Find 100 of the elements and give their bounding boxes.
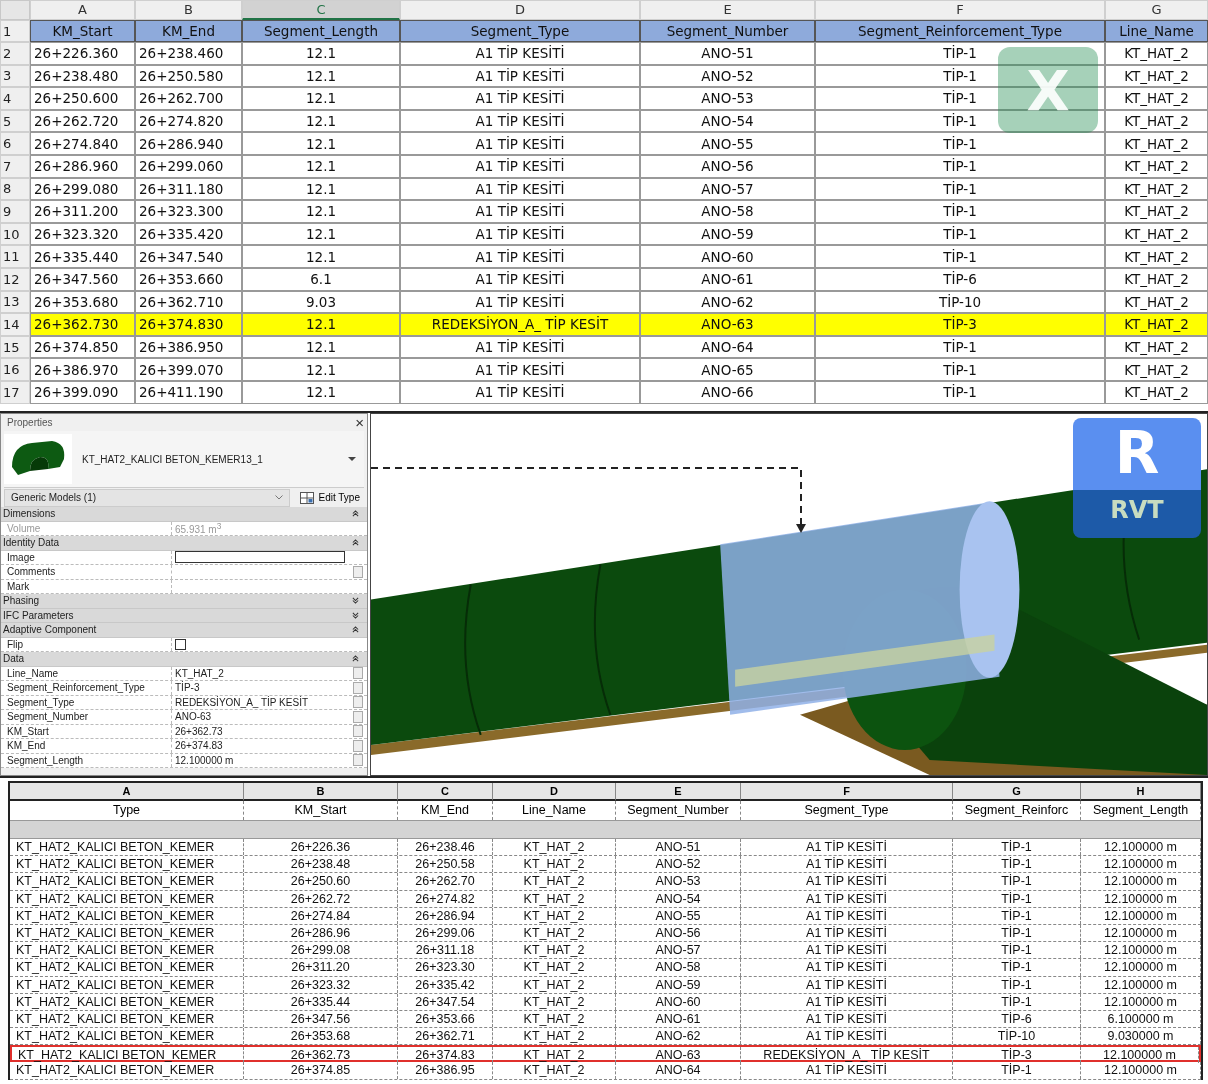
value-edit-button[interactable] xyxy=(353,565,363,578)
edit-type-button[interactable]: Edit Type xyxy=(296,491,364,504)
table-cell: A1 TİP KESİTİ xyxy=(400,132,640,155)
table-cell: TİP-1 xyxy=(815,200,1105,223)
table-row[interactable]: KT_HAT2_KALICI BETON_KEMER 26+262.72 26+274.82 KT_HAT_2 ANO-54 A1 TİP KESİTİ TİP-1 12.100000 m xyxy=(10,890,1201,908)
column-letter[interactable]: H xyxy=(1081,783,1201,801)
row-number[interactable]: 4 xyxy=(0,87,30,110)
table-row[interactable]: KT_HAT2_KALICI BETON_KEMER 26+286.96 26+299.06 KT_HAT_2 ANO-56 A1 TİP KESİTİ TİP-1 12.100000 m xyxy=(10,924,1201,943)
table-row[interactable]: KT_HAT2_KALICI BETON_KEMER 26+299.08 26+311.18 KT_HAT_2 ANO-57 A1 TİP KESİTİ TİP-1 12.100000 m xyxy=(10,942,1201,960)
table-cell: TİP-1 xyxy=(953,873,1081,890)
revit-logo: R RVT xyxy=(1073,418,1201,538)
table-cell: KT_HAT_2 xyxy=(493,890,616,907)
property-group-header[interactable]: Identity Data xyxy=(1,536,367,551)
table-cell: A1 TİP KESİTİ xyxy=(400,154,640,178)
table-cell: 26+238.480 xyxy=(30,64,135,88)
property-row[interactable]: Comments xyxy=(1,565,367,580)
property-row[interactable]: Mark xyxy=(1,579,367,594)
column-letter[interactable]: C xyxy=(398,783,493,801)
column-letter[interactable]: D xyxy=(400,0,640,20)
table-cell: TİP-1 xyxy=(815,132,1105,155)
close-button[interactable]: × xyxy=(355,415,364,430)
property-row[interactable]: Segment_Type REDEKSİYON_A_ TİP KESİT xyxy=(1,695,367,710)
table-cell: KT_HAT_2 xyxy=(1105,109,1208,133)
row-number[interactable]: 3 xyxy=(0,64,30,88)
select-all-corner[interactable] xyxy=(0,0,30,20)
property-value: REDEKSİYON_A_ TİP KESİT xyxy=(175,696,308,708)
table-cell: A1 TİP KESİTİ xyxy=(400,177,640,201)
table-row[interactable]: KT_HAT2_KALICI BETON_KEMER 26+311.20 26+323.30 KT_HAT_2 ANO-58 A1 TİP KESİTİ TİP-1 12.100000 m xyxy=(10,959,1201,977)
value-edit-button[interactable] xyxy=(353,696,363,709)
row-number[interactable]: 7 xyxy=(0,154,30,178)
row-number[interactable]: 14 xyxy=(0,313,30,336)
property-row[interactable]: Segment_Number ANO-63 xyxy=(1,710,367,725)
table-row[interactable]: KT_HAT2_KALICI BETON_KEMER 26+353.68 26+362.71 KT_HAT_2 ANO-62 A1 TİP KESİTİ TİP-10 9.030000 m xyxy=(10,1028,1201,1046)
table-cell: 12.1 xyxy=(242,154,400,178)
property-group-header[interactable]: Phasing xyxy=(1,594,367,609)
column-letter[interactable]: F xyxy=(815,0,1105,20)
value-edit-button[interactable] xyxy=(353,667,363,680)
property-value: 26+374.83 xyxy=(175,740,223,752)
column-letter[interactable]: F xyxy=(741,783,953,801)
table-row[interactable]: KT_HAT2_KALICI BETON_KEMER 26+226.36 26+238.46 KT_HAT_2 ANO-51 A1 TİP KESİTİ TİP-1 12.100000 m xyxy=(10,839,1201,857)
property-row[interactable]: KM_Start 26+362.73 xyxy=(1,724,367,739)
value-edit-button[interactable] xyxy=(353,681,363,694)
table-row[interactable]: KT_HAT2_KALICI BETON_KEMER 26+374.85 26+386.95 KT_HAT_2 ANO-64 A1 TİP KESİTİ TİP-1 12.100000 m xyxy=(10,1062,1201,1080)
row-number[interactable]: 1 xyxy=(0,20,30,42)
table-cell: TİP-1 xyxy=(953,856,1081,873)
property-group-header[interactable]: Adaptive Component xyxy=(1,623,367,638)
type-selector[interactable]: KT_HAT2_KALICI BETON_KEMER13_1 xyxy=(4,431,364,488)
row-number[interactable]: 2 xyxy=(0,42,30,65)
checkbox[interactable] xyxy=(175,638,186,650)
row-number[interactable]: 8 xyxy=(0,177,30,201)
column-header: Segment_Reinforcement_Type xyxy=(815,20,1105,42)
table-cell: 26+274.840 xyxy=(30,132,135,155)
row-number[interactable]: 5 xyxy=(0,109,30,133)
row-number[interactable]: 11 xyxy=(0,245,30,268)
table-cell: 12.1 xyxy=(242,42,400,65)
table-row[interactable]: KT_HAT2_KALICI BETON_KEMER 26+347.56 26+353.66 KT_HAT_2 ANO-61 A1 TİP KESİTİ TİP-6 6.100000 m xyxy=(10,1010,1201,1029)
row-number[interactable]: 17 xyxy=(0,380,30,404)
table-cell: A1 TİP KESİTİ xyxy=(741,959,953,976)
column-letter[interactable]: G xyxy=(1105,0,1208,20)
table-cell: 26+238.46 xyxy=(398,839,493,856)
table-row[interactable]: KT_HAT2_KALICI BETON_KEMER 26+274.84 26+286.94 KT_HAT_2 ANO-55 A1 TİP KESİTİ TİP-1 12.100000 m xyxy=(10,907,1201,925)
category-dropdown[interactable]: Generic Models (1) xyxy=(4,488,291,507)
row-number[interactable]: 6 xyxy=(0,132,30,155)
row-number[interactable]: 13 xyxy=(0,290,30,314)
input-field[interactable] xyxy=(175,551,345,564)
row-number[interactable]: 12 xyxy=(0,267,30,291)
column-header: KM_Start xyxy=(30,20,135,42)
value-edit-button[interactable] xyxy=(353,710,363,723)
table-cell: 12.100000 m xyxy=(1081,924,1201,942)
column-letter[interactable]: D xyxy=(493,783,616,801)
table-cell: TİP-1 xyxy=(815,335,1105,359)
value-edit-button[interactable] xyxy=(353,754,363,767)
column-letter[interactable]: A xyxy=(30,0,135,20)
column-letter[interactable]: G xyxy=(953,783,1081,801)
column-letter[interactable]: C xyxy=(242,0,400,20)
property-group-header[interactable]: Dimensions xyxy=(1,507,367,522)
column-letter[interactable]: B xyxy=(135,0,242,20)
table-cell: 26+274.820 xyxy=(135,109,242,133)
column-letter[interactable]: E xyxy=(640,0,815,20)
row-number[interactable]: 9 xyxy=(0,200,30,223)
row-number[interactable]: 16 xyxy=(0,358,30,381)
highlighted-row[interactable]: KT_HAT2_KALICI BETON_KEMER 26+362.73 26+374.83 KT_HAT_2 ANO-63 REDEKSİYON_A_ TİP KESİT TİP-3 12.100000 m xyxy=(10,1045,1201,1063)
property-row[interactable]: KM_End 26+374.83 xyxy=(1,739,367,754)
column-letter[interactable]: E xyxy=(616,783,741,801)
value-edit-button[interactable] xyxy=(353,725,363,738)
property-row[interactable]: Segment_Reinforcement_Type TİP-3 xyxy=(1,681,367,696)
table-row[interactable]: KT_HAT2_KALICI BETON_KEMER 26+335.44 26+347.54 KT_HAT_2 ANO-60 A1 TİP KESİTİ TİP-1 12.100000 m xyxy=(10,993,1201,1011)
table-row[interactable]: KT_HAT2_KALICI BETON_KEMER 26+238.48 26+250.58 KT_HAT_2 ANO-52 A1 TİP KESİTİ TİP-1 12.100000 m xyxy=(10,856,1201,874)
row-number[interactable]: 10 xyxy=(0,222,30,246)
table-row[interactable]: KT_HAT2_KALICI BETON_KEMER 26+250.60 26+262.70 KT_HAT_2 ANO-53 A1 TİP KESİTİ TİP-1 12.100000 m xyxy=(10,873,1201,891)
table-cell: 26+250.60 xyxy=(244,873,398,890)
row-number[interactable]: 15 xyxy=(0,335,30,359)
property-group-header[interactable]: Data xyxy=(1,652,367,667)
value-edit-button[interactable] xyxy=(353,739,363,752)
table-row[interactable]: KT_HAT2_KALICI BETON_KEMER 26+323.32 26+335.42 KT_HAT_2 ANO-59 A1 TİP KESİTİ TİP-1 12.100000 m xyxy=(10,976,1201,994)
column-letter[interactable]: A xyxy=(10,783,244,801)
column-letter[interactable]: B xyxy=(244,783,398,801)
property-value: KT_HAT_2 xyxy=(175,667,224,679)
property-label: Segment_Reinforcement_Type xyxy=(1,681,172,695)
table-cell: 26+399.070 xyxy=(135,358,242,381)
